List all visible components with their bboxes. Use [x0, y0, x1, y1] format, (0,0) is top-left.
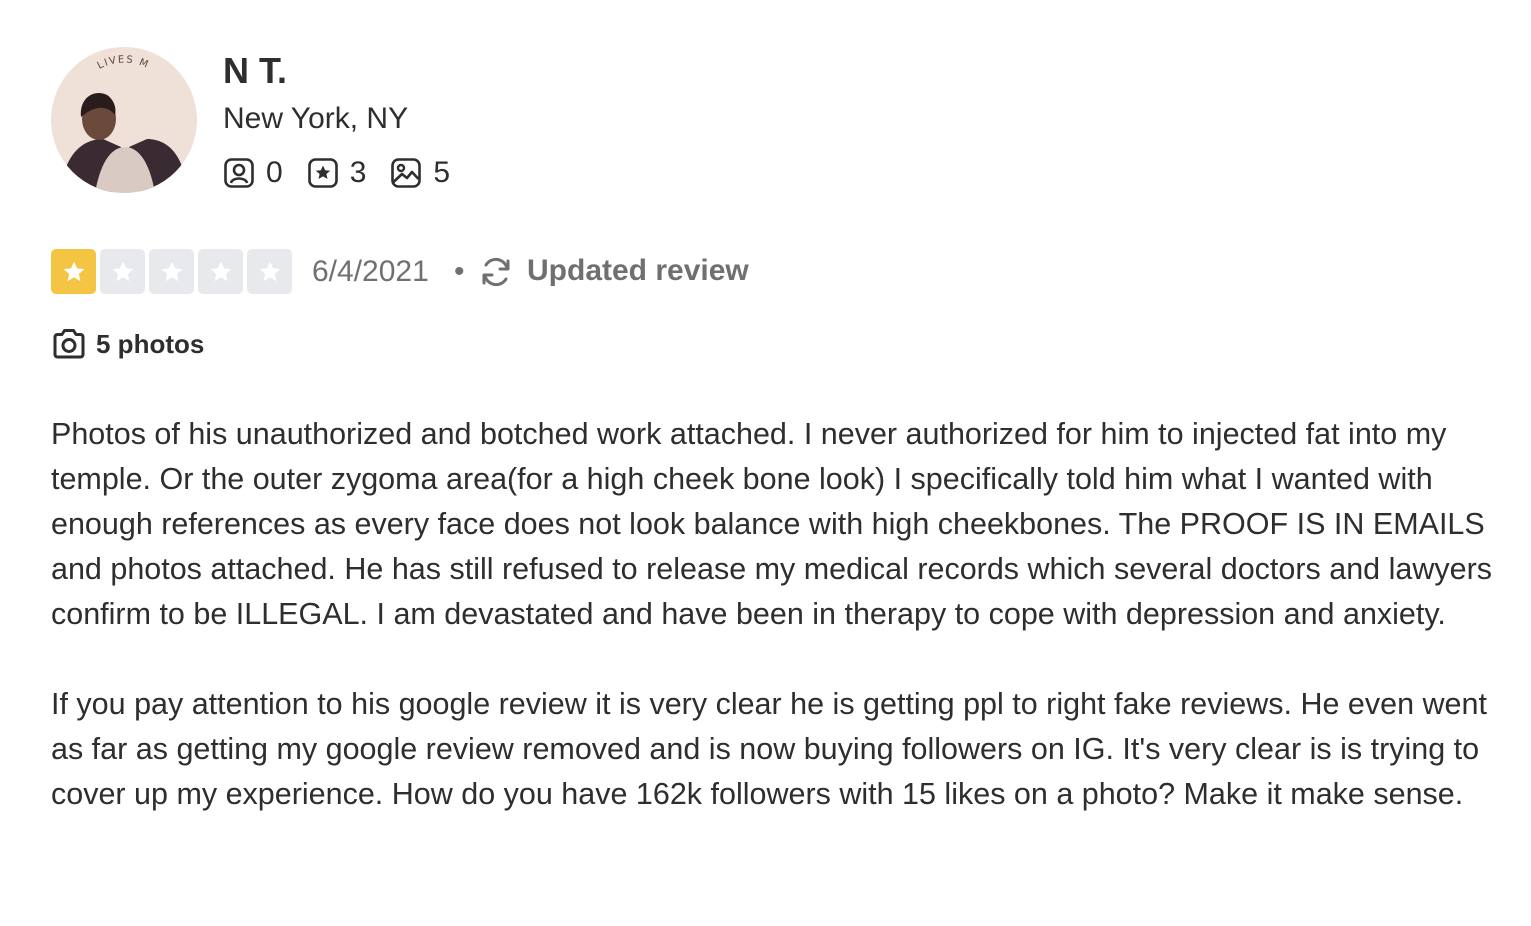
review-date: 6/4/2021	[312, 255, 429, 288]
star-5	[247, 249, 292, 294]
friends-icon	[224, 158, 254, 188]
star-4	[198, 249, 243, 294]
review-body: Photos of his unauthorized and botched w…	[51, 412, 1511, 817]
camera-icon	[53, 329, 85, 359]
separator-dot: •	[454, 255, 465, 288]
reviews-stat: 3	[307, 154, 367, 192]
user-location: New York, NY	[223, 102, 409, 135]
user-stats: 0 3 5	[223, 154, 474, 192]
star-3	[149, 249, 194, 294]
review-photos-link[interactable]: 5 photos	[51, 324, 204, 364]
star-icon	[112, 261, 133, 281]
reviews-count: 3	[349, 156, 367, 189]
star-rating	[51, 249, 296, 294]
photos-icon	[391, 158, 422, 188]
avatar-image: LIVES M	[51, 47, 197, 193]
reviews-icon	[307, 158, 338, 188]
star-2	[100, 249, 145, 294]
friends-count: 0	[266, 156, 283, 189]
review-paragraph: If you pay attention to his google revie…	[51, 687, 1487, 811]
star-icon	[161, 261, 182, 281]
updated-review-label: Updated review	[527, 254, 749, 287]
star-icon	[210, 261, 231, 281]
photos-stat: 5	[390, 154, 450, 192]
star-icon	[63, 261, 84, 281]
star-icon	[259, 261, 280, 281]
refresh-icon	[478, 254, 514, 290]
photos-count: 5	[433, 156, 451, 189]
user-avatar[interactable]: LIVES M	[51, 47, 197, 193]
star-1	[51, 249, 96, 294]
user-name[interactable]: N T.	[223, 50, 287, 92]
friends-stat: 0	[223, 154, 283, 192]
photos-link-label[interactable]: 5 photos	[96, 326, 204, 362]
review-paragraph: Photos of his unauthorized and botched w…	[51, 417, 1492, 631]
